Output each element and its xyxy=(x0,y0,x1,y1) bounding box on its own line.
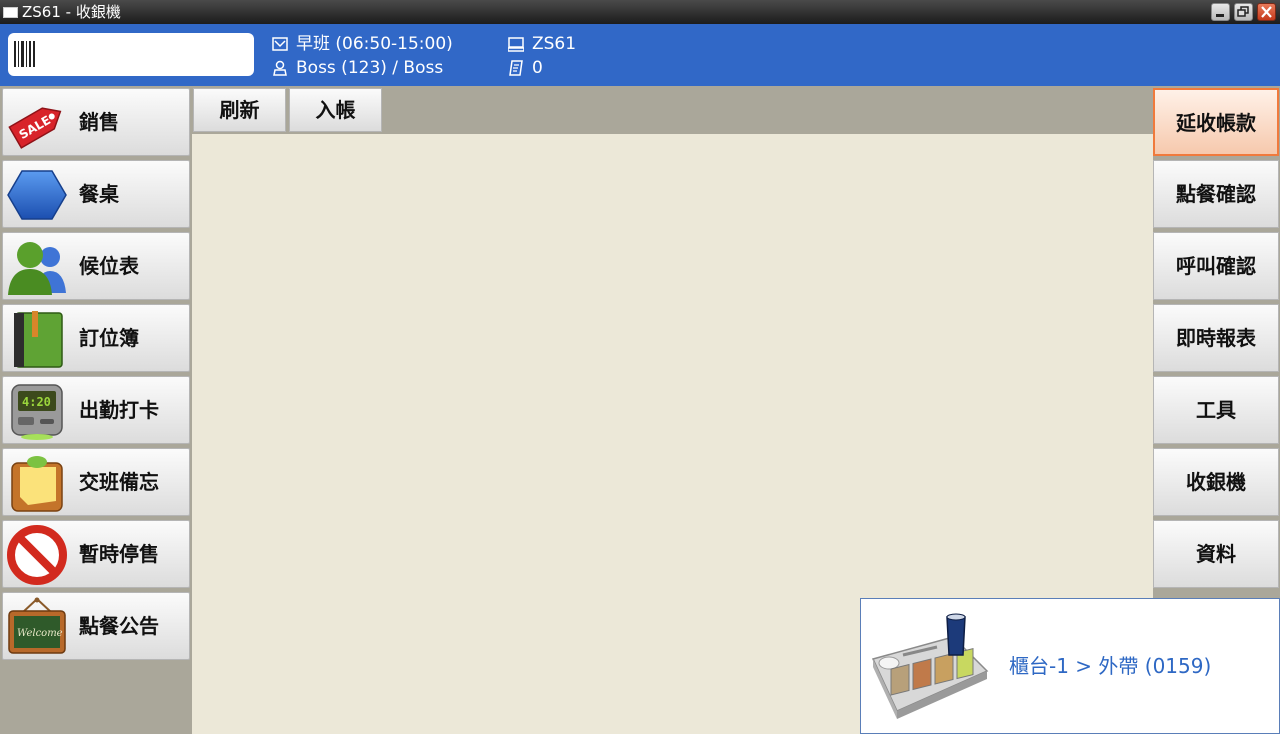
barcode-icon xyxy=(14,41,35,67)
app-window-icon xyxy=(3,7,18,18)
minimize-button[interactable] xyxy=(1211,3,1230,21)
realtime-report-button[interactable]: 即時報表 xyxy=(1153,304,1279,372)
nav-attendance-button[interactable]: 4:20 出勤打卡 xyxy=(2,376,190,444)
food-tray-icon xyxy=(871,613,989,719)
restore-button[interactable] xyxy=(1234,3,1253,21)
restore-icon xyxy=(1237,6,1249,17)
nav-label: 暫時停售 xyxy=(79,542,159,566)
current-order-label: 櫃台-1 > 外帶 (0159) xyxy=(1009,654,1212,678)
refresh-button[interactable]: 刷新 xyxy=(193,88,286,132)
title-bar: ZS61 - 收銀機 xyxy=(0,0,1280,24)
tools-button[interactable]: 工具 xyxy=(1153,376,1279,444)
user-label: Boss (123) / Boss xyxy=(296,58,444,78)
welcome-board-icon: Welcome xyxy=(8,597,66,654)
current-order-panel[interactable]: 櫃台-1 > 外帶 (0159) xyxy=(860,598,1280,734)
nav-label: 交班備忘 xyxy=(79,470,159,494)
deferred-receivables-button[interactable]: 延收帳款 xyxy=(1153,88,1279,156)
user-icon xyxy=(273,60,287,76)
nav-reservation-book-button[interactable]: 訂位簿 xyxy=(2,304,190,372)
shift-icon xyxy=(272,37,288,51)
nav-label: 出勤打卡 xyxy=(79,398,159,422)
nav-order-announcement-button[interactable]: Welcome 點餐公告 xyxy=(2,592,190,660)
nav-waitlist-button[interactable]: 候位表 xyxy=(2,232,190,300)
header-bar: 早班 (06:50-15:00) Boss (123) / Boss ZS61 … xyxy=(0,24,1280,86)
window-title: ZS61 - 收銀機 xyxy=(22,3,121,21)
terminal-icon xyxy=(508,37,524,52)
cash-register-button[interactable]: 收銀機 xyxy=(1153,448,1279,516)
receipt-count: 0 xyxy=(532,58,543,78)
nav-label: 餐桌 xyxy=(79,182,119,206)
call-confirm-button[interactable]: 呼叫確認 xyxy=(1153,232,1279,300)
book-icon xyxy=(14,311,63,368)
post-button[interactable]: 入帳 xyxy=(289,88,382,132)
nav-suspend-sale-button[interactable]: 暫時停售 xyxy=(2,520,190,588)
receipt-icon xyxy=(509,60,523,76)
punch-clock-icon: 4:20 xyxy=(11,384,63,440)
nav-label: 候位表 xyxy=(79,254,139,278)
nav-label: 點餐公告 xyxy=(79,614,159,638)
nav-sale-button[interactable]: SALE 銷售 xyxy=(2,88,190,156)
data-button[interactable]: 資料 xyxy=(1153,520,1279,588)
minimize-icon xyxy=(1216,14,1224,17)
shift-label: 早班 (06:50-15:00) xyxy=(296,34,453,54)
terminal-label: ZS61 xyxy=(532,34,577,54)
sale-tag-icon: SALE xyxy=(8,107,62,149)
svg-text:Welcome: Welcome xyxy=(17,628,63,639)
table-hexagon-icon xyxy=(7,170,67,220)
nav-tables-button[interactable]: 餐桌 xyxy=(2,160,190,228)
svg-text:4:20: 4:20 xyxy=(22,395,51,409)
close-icon xyxy=(1261,6,1272,18)
order-confirm-button[interactable]: 點餐確認 xyxy=(1153,160,1279,228)
people-icon xyxy=(8,242,66,295)
memo-icon xyxy=(11,456,63,512)
close-button[interactable] xyxy=(1257,3,1276,21)
nav-shift-memo-button[interactable]: 交班備忘 xyxy=(2,448,190,516)
prohibited-icon xyxy=(7,525,67,585)
nav-label: 銷售 xyxy=(79,110,119,134)
barcode-scan-input[interactable] xyxy=(8,33,254,76)
toolbar: 刷新 入帳 xyxy=(192,86,1153,134)
nav-label: 訂位簿 xyxy=(79,326,139,350)
